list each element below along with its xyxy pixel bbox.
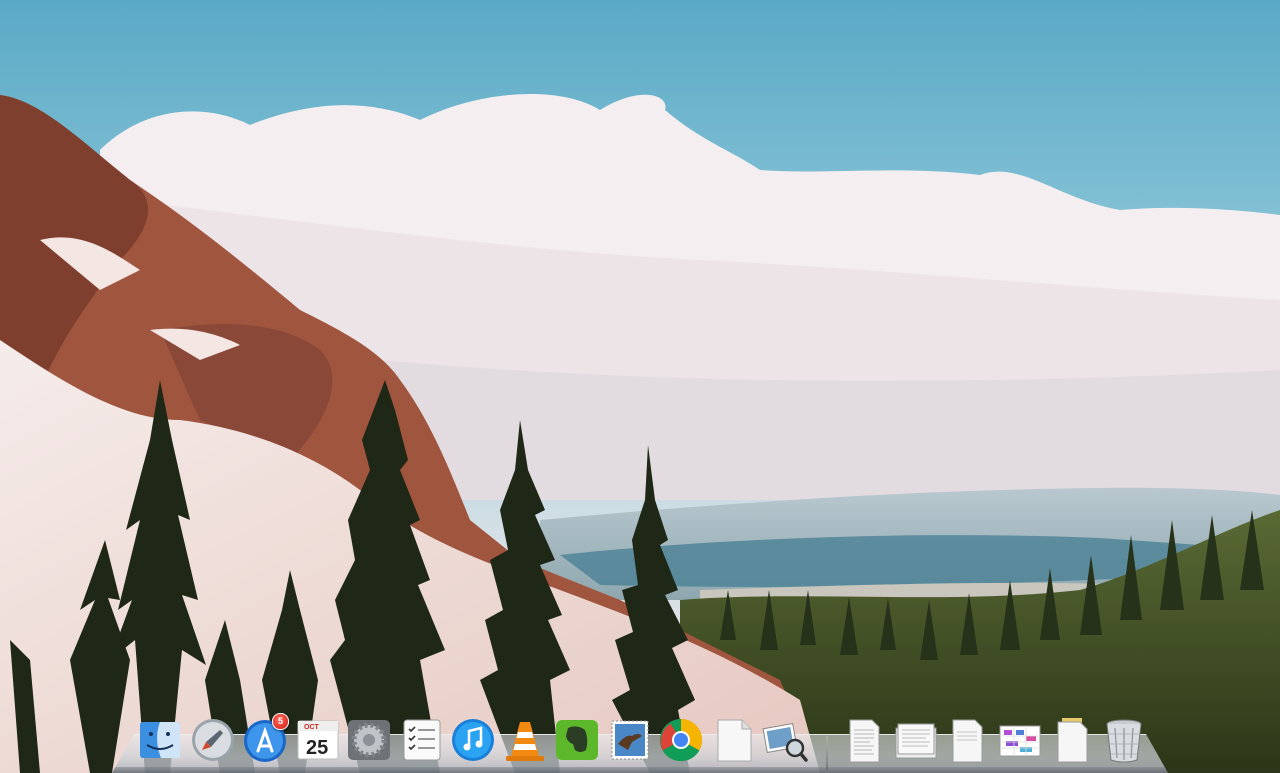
document-icon (952, 719, 983, 763)
photos-loupe-icon (762, 722, 808, 762)
dock-item-evernote[interactable] (553, 716, 601, 764)
finder-icon (140, 722, 180, 758)
dock-item-launchpad[interactable] (189, 716, 237, 764)
dock-item-trash[interactable] (1100, 716, 1148, 764)
dock-item-reminders[interactable] (398, 716, 446, 764)
dock-item-document-3[interactable] (943, 716, 991, 764)
spreadsheet-icon (999, 725, 1041, 757)
dock-item-mail[interactable] (606, 716, 654, 764)
dock-item-document-2[interactable] (892, 716, 940, 764)
document-icon (849, 719, 880, 763)
desktop-wallpaper (0, 0, 1280, 773)
launchpad-icon (192, 719, 234, 761)
dock-separator (826, 736, 828, 770)
dock-item-preview[interactable] (761, 716, 809, 764)
gear-icon (348, 720, 390, 760)
update-count-badge: 5 (272, 713, 289, 730)
calendar-icon: OCT 25 (297, 720, 339, 760)
elephant-icon (556, 720, 598, 760)
chrome-icon (659, 719, 703, 762)
calendar-day: 25 (306, 737, 328, 759)
trash-icon (1106, 719, 1142, 763)
desktop[interactable]: 5 OCT 25 (0, 0, 1280, 773)
dock-item-document-5[interactable] (1048, 716, 1096, 764)
eagle-stamp-icon (611, 720, 649, 760)
music-note-icon (452, 719, 494, 761)
dock-item-itunes[interactable] (449, 716, 497, 764)
dock-item-document-1[interactable] (840, 716, 888, 764)
folder-document-icon (1057, 718, 1088, 763)
dock-item-document-4[interactable] (996, 716, 1044, 764)
dock-item-chrome[interactable] (657, 716, 705, 764)
dock-item-textedit[interactable] (710, 716, 758, 764)
traffic-cone-icon (506, 722, 544, 761)
calendar-month: OCT (304, 724, 320, 731)
dock-item-vlc[interactable] (501, 716, 549, 764)
document-stack-icon (895, 723, 937, 759)
dock-item-calendar[interactable]: OCT 25 (294, 716, 342, 764)
dock-item-finder[interactable] (136, 716, 184, 764)
dock-item-app-store[interactable]: 5 (241, 713, 289, 764)
dock-item-system-preferences[interactable] (345, 716, 393, 764)
checklist-icon (403, 719, 441, 761)
blank-document-icon (717, 719, 752, 762)
